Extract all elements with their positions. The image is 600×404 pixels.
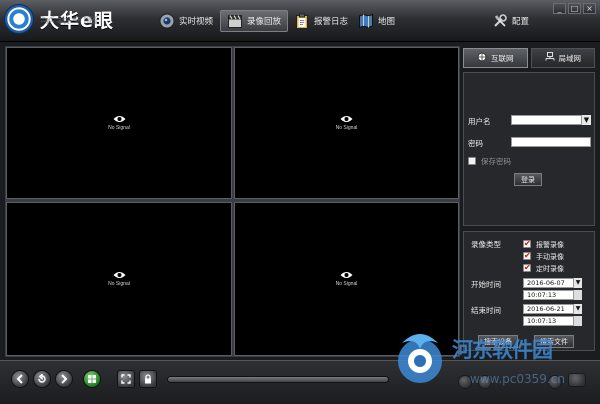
map-icon	[358, 13, 374, 29]
snapshot-button[interactable]	[568, 373, 586, 387]
record-search-panel: 录像类型 报警录像 手动录像 定时录像 开始时间 2016-06-07 ▼ 10…	[463, 231, 595, 351]
tab-lan-label: 局域网	[558, 53, 582, 63]
arrow-right-icon	[61, 374, 68, 384]
username-field[interactable]: ▼	[511, 115, 591, 125]
window-controls: _ □ ×	[553, 3, 596, 14]
end-time-spinner[interactable]: 10:07:13	[523, 316, 582, 326]
app-logo-icon	[4, 4, 34, 34]
end-date-picker[interactable]: 2016-06-21 ▼	[523, 304, 582, 314]
manual-record-checkbox[interactable]	[523, 251, 531, 260]
tab-lan[interactable]: 局域网	[530, 48, 595, 68]
playback-progress-slider[interactable]	[167, 376, 389, 383]
nav-playback[interactable]: 录像回放	[220, 10, 289, 32]
lock-icon	[145, 374, 151, 384]
video-cell-3[interactable]: No Signal	[6, 202, 232, 356]
app-logo-reflection: 大华e眼	[40, 15, 100, 25]
password-label: 密码	[468, 139, 483, 148]
eye-icon	[340, 271, 353, 279]
start-time-value: 10:07:13	[527, 291, 557, 299]
chevron-down-icon[interactable]: ▼	[581, 115, 591, 125]
alarm-record-checkbox[interactable]	[523, 239, 531, 248]
nav-map-label: 地图	[378, 17, 396, 27]
remember-password-checkbox[interactable]	[468, 157, 476, 165]
start-date-picker[interactable]: 2016-06-07 ▼	[523, 278, 582, 288]
no-signal-label: No Signal	[108, 125, 130, 131]
tab-internet[interactable]: 互联网	[463, 48, 528, 68]
start-time-spinner[interactable]: 10:07:13	[523, 290, 582, 300]
video-grid: No Signal No Signal No Signal No Signal	[5, 46, 460, 357]
fullscreen-icon	[121, 374, 131, 384]
clipboard-icon	[294, 13, 310, 29]
username-label: 用户名	[468, 117, 491, 126]
network-icon	[545, 52, 555, 64]
watermark-url: www.pc0359.cn	[470, 372, 565, 386]
password-field[interactable]	[511, 137, 591, 147]
alarm-record-label: 报警录像	[536, 241, 564, 249]
nav-alarm-log-label: 报警日志	[314, 17, 349, 27]
nav-live-video-label: 实时视频	[179, 17, 214, 27]
record-type-label: 录像类型	[471, 240, 501, 249]
chevron-down-icon[interactable]: ▼	[573, 278, 582, 288]
lock-button[interactable]	[139, 370, 157, 388]
watermark-logo-icon	[394, 331, 446, 387]
manual-record-label: 手动录像	[536, 253, 564, 261]
end-time-label: 结束时间	[471, 306, 501, 315]
no-signal-label: No Signal	[108, 281, 130, 287]
nav-config[interactable]: 配置	[486, 10, 535, 32]
nav-playback-label: 录像回放	[247, 17, 282, 27]
video-cell-2[interactable]: No Signal	[234, 47, 459, 199]
scheduled-record-label: 定时录像	[536, 265, 564, 273]
connection-tabs: 互联网 局域网	[463, 48, 595, 68]
start-date-value: 2016-06-07	[527, 279, 565, 287]
no-signal-label: No Signal	[335, 281, 358, 287]
video-cell-1[interactable]: No Signal	[6, 47, 232, 199]
login-panel: 用户名 ▼ 密码 保存密码 登录	[463, 72, 595, 226]
login-button[interactable]: 登录	[514, 173, 542, 186]
clapperboard-icon	[227, 13, 243, 29]
replay-button[interactable]	[33, 370, 51, 388]
camera-icon	[159, 13, 175, 29]
next-button[interactable]	[55, 370, 73, 388]
spinner-icon[interactable]	[573, 316, 582, 326]
no-signal-label: No Signal	[335, 125, 358, 131]
grid-icon	[88, 375, 96, 383]
tab-internet-label: 互联网	[491, 53, 514, 63]
refresh-icon	[38, 374, 46, 383]
globe-icon	[477, 52, 487, 64]
fullscreen-button[interactable]	[117, 370, 135, 388]
end-time-value: 10:07:13	[527, 317, 557, 325]
watermark-text: 河东软件园	[452, 338, 553, 362]
maximize-button[interactable]: □	[568, 3, 581, 14]
previous-button[interactable]	[11, 370, 29, 388]
layout-button[interactable]	[83, 370, 101, 388]
tools-icon	[492, 13, 508, 29]
chevron-down-icon[interactable]: ▼	[573, 304, 582, 314]
title-bar: 大华e眼 大华e眼 实时视频 录像回放 报警日志 地图 配置 _ □ ×	[0, 0, 600, 42]
eye-icon	[113, 115, 126, 123]
remember-password-label: 保存密码	[481, 157, 511, 166]
close-button[interactable]: ×	[583, 3, 596, 14]
nav-live-video[interactable]: 实时视频	[153, 10, 219, 32]
minimize-button[interactable]: _	[553, 3, 566, 14]
arrow-left-icon	[16, 374, 23, 384]
spinner-icon[interactable]	[573, 290, 582, 300]
nav-map[interactable]: 地图	[352, 10, 401, 32]
eye-icon	[340, 115, 353, 123]
start-time-label: 开始时间	[471, 280, 501, 289]
scheduled-record-checkbox[interactable]	[523, 263, 531, 272]
eye-icon	[113, 271, 126, 279]
nav-config-label: 配置	[512, 17, 530, 27]
end-date-value: 2016-06-21	[527, 305, 565, 313]
nav-alarm-log[interactable]: 报警日志	[288, 10, 354, 32]
